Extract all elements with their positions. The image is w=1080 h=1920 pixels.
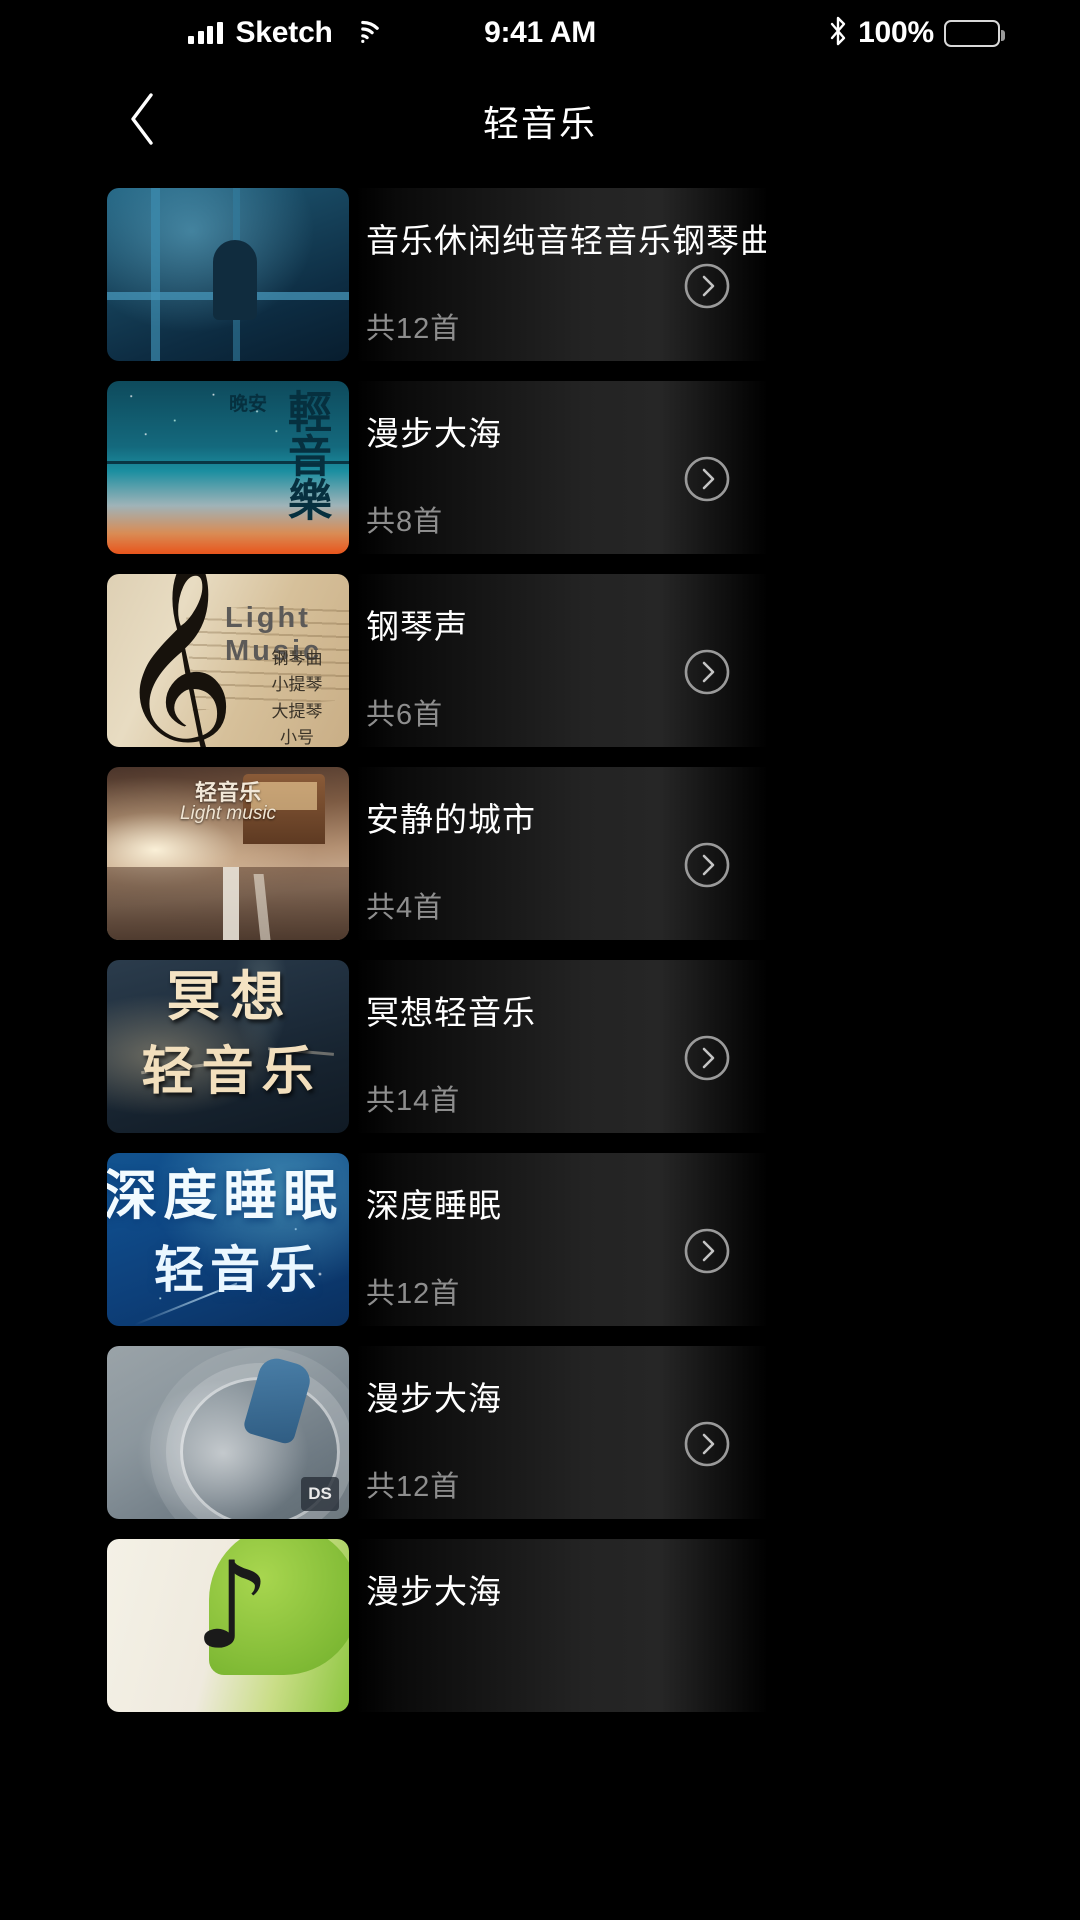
list-item[interactable]: 轻音乐 Light music 安静的城市 共4首 [0, 767, 1080, 960]
artwork-instruments: 钢琴曲小提琴大提琴小号长笛 [271, 649, 323, 747]
chevron-right-circle-icon[interactable] [683, 841, 731, 889]
artwork-text-small: 晚安 [228, 394, 267, 415]
chevron-right-circle-icon[interactable] [683, 648, 731, 696]
playlist-thumbnail[interactable]: DS [107, 1346, 349, 1519]
list-item[interactable]: DS 漫步大海 共12首 [0, 1346, 1080, 1539]
chevron-right-circle-icon[interactable] [683, 262, 731, 310]
artwork-night-sky-sunset: 晚安 輕音樂 [107, 381, 349, 554]
artwork-leaf-music-note: ♪ [107, 1539, 349, 1712]
artwork-meditation: 冥想 轻音乐 [107, 960, 349, 1133]
playlist-title: 漫步大海 [366, 1380, 502, 1417]
playlist-title: 冥想轻音乐 [366, 994, 536, 1031]
treble-clef-icon: 𝄞 [115, 574, 237, 747]
nav-bar: 轻音乐 [0, 66, 1080, 176]
battery-percentage: 100% [858, 16, 934, 49]
playlist-thumbnail[interactable] [107, 188, 349, 361]
artwork-text-big: 輕音樂 [281, 389, 330, 521]
artwork-line-2: 轻音乐 [154, 1242, 323, 1298]
artwork-deep-sleep: 深度睡眠 轻音乐 [107, 1153, 349, 1326]
artwork-line-1: 深度睡眠 [107, 1166, 344, 1226]
chevron-right-circle-icon[interactable] [683, 1420, 731, 1468]
chevron-right-circle-icon[interactable] [683, 1227, 731, 1275]
artwork-line-2: 轻音乐 [141, 1043, 322, 1101]
bluetooth-icon [828, 16, 848, 51]
status-bar: Sketch 9:41 AM 100% [0, 0, 1080, 66]
list-item[interactable]: ♪ 漫步大海 [0, 1539, 1080, 1732]
chevron-right-circle-icon[interactable] [683, 455, 731, 503]
playlist-thumbnail[interactable]: ♪ [107, 1539, 349, 1712]
list-item[interactable]: 音乐休闲纯音轻音乐钢琴曲… 共12首 [0, 188, 1080, 381]
playlist-track-count: 共12首 [366, 1471, 461, 1503]
artwork-subtitle: Light music [179, 803, 277, 824]
artwork-water-ripple-guitarist: DS [107, 1346, 349, 1519]
artwork-sepia-tram: 轻音乐 Light music [107, 767, 349, 940]
artwork-underwater-blue [107, 188, 349, 361]
playlist-thumbnail[interactable]: 深度睡眠 轻音乐 [107, 1153, 349, 1326]
playlist-title: 安静的城市 [366, 801, 536, 838]
playlist-title: 漫步大海 [366, 415, 502, 452]
playlist-list[interactable]: 音乐休闲纯音轻音乐钢琴曲… 共12首 晚安 輕音樂 漫步大海 共8首 𝄞 Lig… [0, 176, 1080, 1732]
list-item[interactable]: 𝄞 Light Music 钢琴曲小提琴大提琴小号长笛 钢琴声 共6首 [0, 574, 1080, 767]
status-bar-right: 100% [828, 16, 1005, 51]
playlist-track-count: 共8首 [366, 506, 444, 538]
page-title: 轻音乐 [482, 103, 597, 144]
battery-icon [944, 19, 1005, 47]
playlist-title: 漫步大海 [366, 1573, 502, 1610]
list-item[interactable]: 深度睡眠 轻音乐 深度睡眠 共12首 [0, 1153, 1080, 1346]
artwork-line-1: 冥想 [166, 967, 295, 1027]
playlist-title: 深度睡眠 [366, 1187, 502, 1224]
playlist-thumbnail[interactable]: 晚安 輕音樂 [107, 381, 349, 554]
playlist-track-count: 共12首 [366, 313, 461, 345]
artwork-badge: DS [301, 1477, 339, 1511]
list-item[interactable]: 晚安 輕音樂 漫步大海 共8首 [0, 381, 1080, 574]
playlist-title: 音乐休闲纯音轻音乐钢琴曲… [366, 222, 766, 259]
chevron-right-circle-icon[interactable] [683, 1034, 731, 1082]
playlist-track-count: 共14首 [366, 1085, 461, 1117]
list-item[interactable]: 冥想 轻音乐 冥想轻音乐 共14首 [0, 960, 1080, 1153]
playlist-track-count: 共12首 [366, 1278, 461, 1310]
playlist-track-count: 共4首 [366, 892, 444, 924]
playlist-thumbnail[interactable]: 𝄞 Light Music 钢琴曲小提琴大提琴小号长笛 [107, 574, 349, 747]
playlist-thumbnail[interactable]: 冥想 轻音乐 [107, 960, 349, 1133]
music-note-icon: ♪ [194, 1539, 271, 1676]
playlist-title: 钢琴声 [366, 608, 468, 645]
playlist-track-count: 共6首 [366, 699, 444, 731]
artwork-sheet-music: 𝄞 Light Music 钢琴曲小提琴大提琴小号长笛 [107, 574, 349, 747]
playlist-thumbnail[interactable]: 轻音乐 Light music [107, 767, 349, 940]
